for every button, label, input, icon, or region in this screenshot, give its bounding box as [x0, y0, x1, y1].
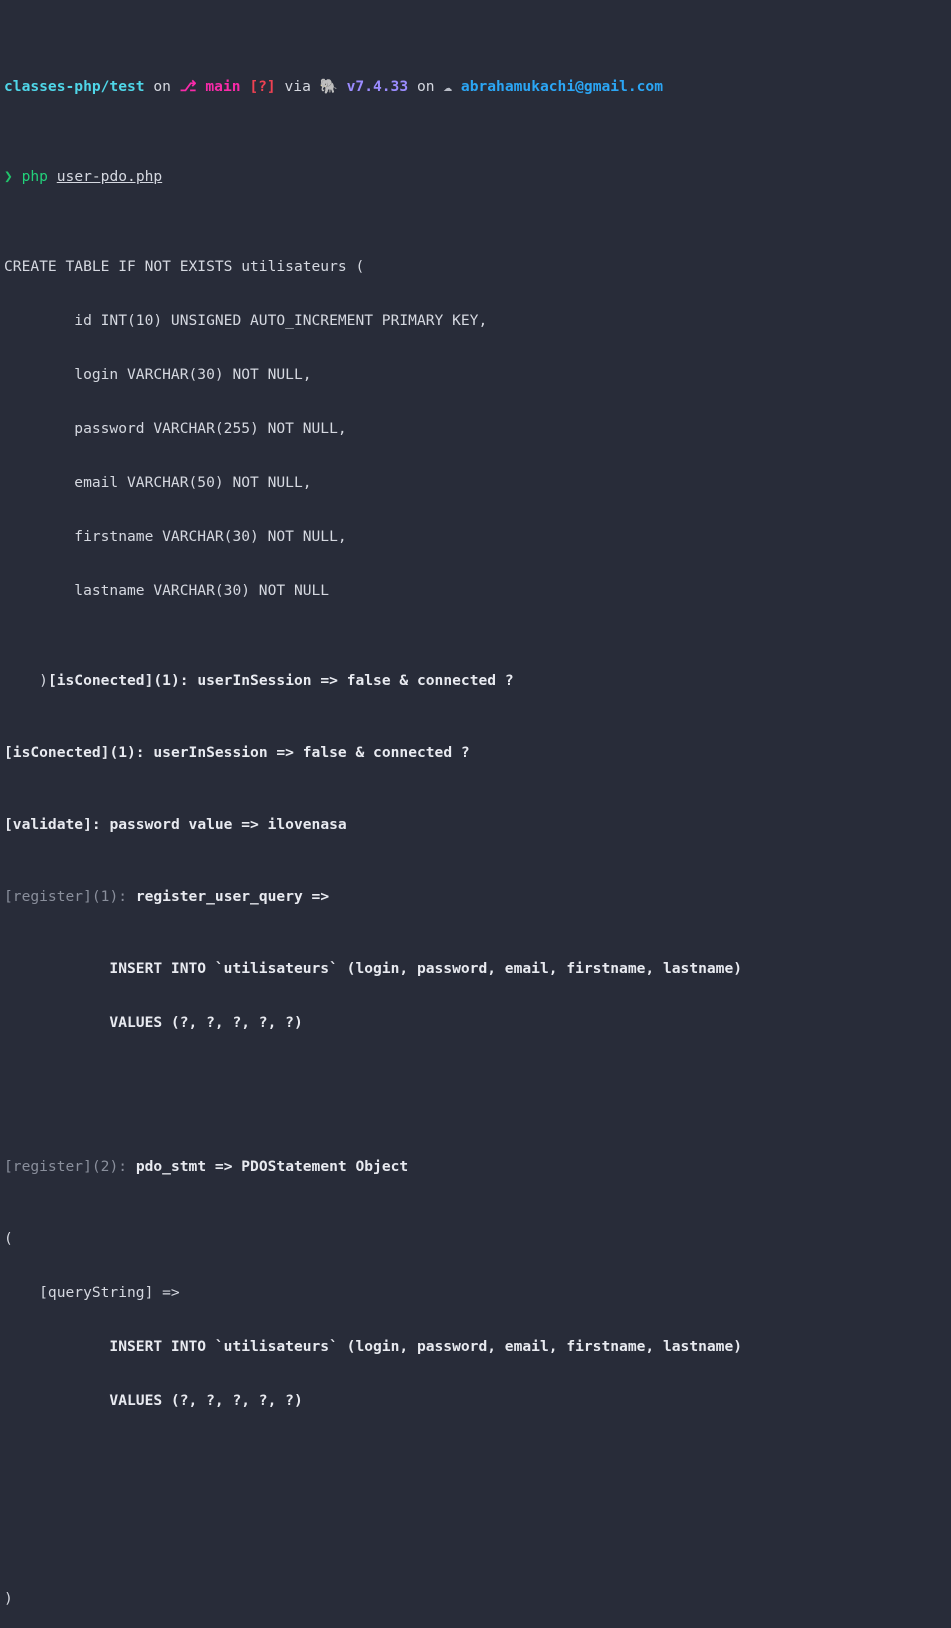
- is-connected-index: (1):: [109, 744, 145, 761]
- prompt-branch: main: [205, 78, 241, 95]
- sql-create-line: CREATE TABLE IF NOT EXISTS utilisateurs …: [4, 258, 365, 275]
- prompt-php-version: v7.4.33: [346, 78, 409, 95]
- is-connected-body: userInSession => false & connected ?: [197, 672, 514, 689]
- prompt-on-label-2: on: [416, 78, 435, 95]
- register-2-line: [register](2): pdo_stmt => PDOStatement …: [0, 1158, 951, 1176]
- register-label: register_user_query =>: [135, 888, 330, 905]
- sql-create-line: firstname VARCHAR(30) NOT NULL,: [4, 528, 347, 545]
- sql-create-line: email VARCHAR(50) NOT NULL,: [4, 474, 312, 491]
- validate-body: password value => ilovenasa: [109, 816, 347, 833]
- register-1-line: [register](1): register_user_query =>: [0, 888, 951, 906]
- is-connected-tag: [isConected]: [4, 744, 110, 761]
- prompt-line-top: classes-php/test on ⎇ main [?] via 🐘 v7.…: [0, 78, 951, 96]
- pdo-close-paren: ): [4, 1590, 13, 1607]
- register-index: (2):: [91, 1158, 128, 1175]
- is-connected-tag: [isConected]: [47, 672, 154, 689]
- prompt-via-label: via: [284, 78, 311, 95]
- query-string-sql-line: VALUES (?, ?, ?, ?, ?): [4, 1392, 303, 1409]
- prompt-account: abrahamukachi@gmail.com: [460, 78, 663, 95]
- query-string-key-line: [queryString] =>: [4, 1284, 180, 1301]
- command-line: ❯ php user-pdo.php: [0, 168, 951, 186]
- insert-sql-line: INSERT INTO `utilisateurs` (login, passw…: [4, 960, 743, 977]
- prompt-symbol: ❯: [4, 168, 13, 185]
- sql-create-line: id INT(10) UNSIGNED AUTO_INCREMENT PRIMA…: [4, 312, 488, 329]
- insert-sql-line: VALUES (?, ?, ?, ?, ?): [4, 1014, 303, 1031]
- elephant-icon: 🐘: [319, 78, 338, 95]
- sql-create-line: lastname VARCHAR(30) NOT NULL: [4, 582, 330, 599]
- cloud-icon: ☁: [443, 78, 453, 95]
- pdo-open-paren: (: [4, 1230, 13, 1247]
- sql-create-line: login VARCHAR(30) NOT NULL,: [4, 366, 312, 383]
- validate-line: [validate]: password value => ilovenasa: [0, 816, 951, 834]
- command-script: user-pdo.php: [56, 168, 163, 185]
- register-tag: [register]: [4, 888, 92, 905]
- prompt-dirty-flag: [?]: [249, 78, 276, 95]
- register-label: pdo_stmt => PDOStatement Object: [135, 1158, 409, 1175]
- terminal-window[interactable]: classes-php/test on ⎇ main [?] via 🐘 v7.…: [0, 0, 951, 1607]
- validate-tag: [validate]:: [4, 816, 101, 833]
- branch-icon: ⎇: [179, 78, 197, 95]
- command-binary: php: [21, 168, 48, 185]
- sql-create-line: password VARCHAR(255) NOT NULL,: [4, 420, 347, 437]
- is-connected-index: (1):: [153, 672, 189, 689]
- is-connected-inline-line: )[isConected](1): userInSession => false…: [4, 672, 514, 689]
- is-connected-body: userInSession => false & connected ?: [153, 744, 470, 761]
- is-connected-line: [isConected](1): userInSession => false …: [0, 744, 951, 762]
- prompt-on-label-1: on: [153, 78, 171, 95]
- prompt-path: classes-php/test: [4, 78, 145, 95]
- register-tag: [register]: [4, 1158, 92, 1175]
- register-index: (1):: [91, 888, 128, 905]
- query-string-sql-line: INSERT INTO `utilisateurs` (login, passw…: [4, 1338, 743, 1355]
